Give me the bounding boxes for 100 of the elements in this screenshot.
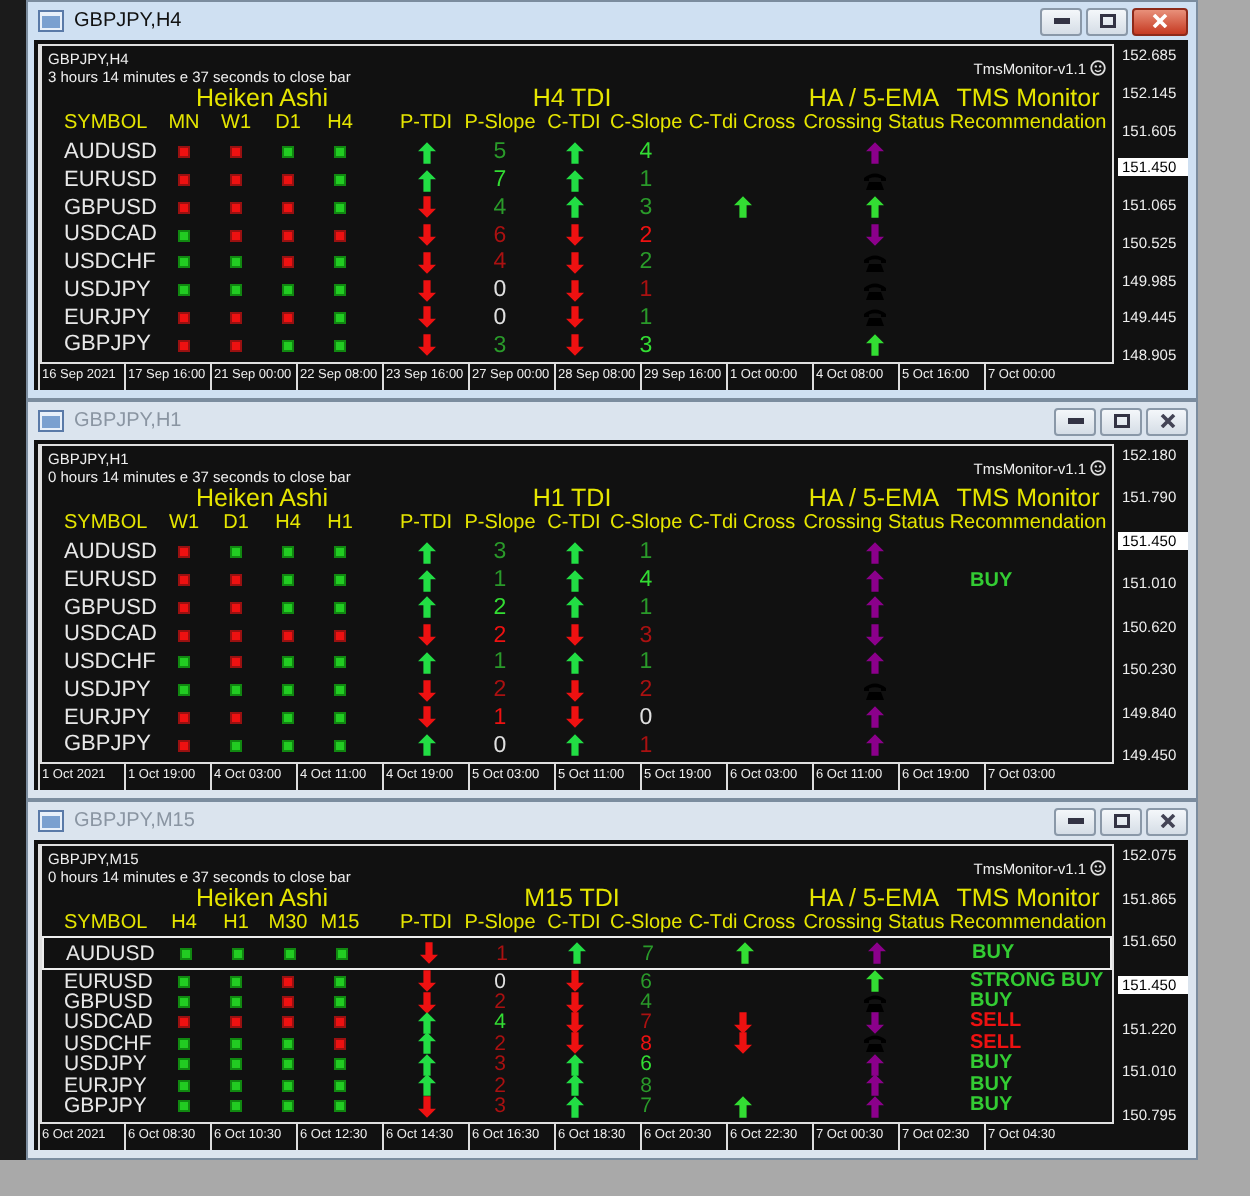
minimize-icon [1053,18,1069,24]
column-header: P-TDI [397,112,455,136]
slope-value: 2 [494,992,506,1013]
column-header: SYMBOL [64,912,150,936]
column-header: P-TDI [397,912,455,936]
symbol-label: USDJPY [64,1054,149,1075]
recommendation-label: BUY [968,567,1015,595]
symbol-label: EURUSD [64,971,155,992]
slope-value: 2 [494,1075,506,1096]
smiley-icon [1090,460,1106,476]
slope-value: 7 [640,1096,652,1117]
maximize-button[interactable] [1086,7,1128,35]
symbol-label: GBPUSD [64,193,158,223]
column-header: Recommendation [947,912,1109,936]
column-header: P-Slope [462,112,538,136]
symbol-label: GBPJPY [64,730,153,761]
minimize-button[interactable] [1054,807,1096,835]
symbol-label: EURUSD [64,565,158,596]
close-button[interactable] [1132,7,1188,35]
smiley-icon [1090,860,1106,876]
slope-value: 1 [639,595,653,620]
group-heading: H1 TDI [530,486,614,512]
recommendation-label: SELL [968,1012,1024,1033]
group-heading: TMS Monitor [954,486,1102,512]
column-header: Crossing Status [802,912,946,936]
group-heading: TMS Monitor [954,86,1102,112]
slope-value: 0 [493,733,507,757]
column-header: C-Slope [610,912,682,936]
slope-value: 2 [639,223,653,247]
minimize-button[interactable] [1040,7,1082,35]
window-icon [38,10,64,32]
slope-value: 6 [640,1054,652,1075]
maximize-button[interactable] [1100,807,1142,835]
smiley-icon [1090,60,1106,76]
group-heading: TMS Monitor [954,886,1102,912]
slope-value: 8 [640,1033,652,1054]
close-button[interactable] [1146,407,1188,435]
recommendation-label: BUY [968,1075,1015,1096]
symbol-label: AUDUSD [64,538,158,568]
slope-value: 3 [639,333,653,357]
slope-value: 0 [493,305,507,330]
slope-value: 1 [639,650,653,675]
column-header: C-TDI [545,112,603,136]
column-header: SYMBOL [64,112,150,136]
window-title: GBPJPY,M15 [74,808,195,836]
symbol-label: AUDUSD [66,943,157,964]
column-header: SYMBOL [64,512,150,536]
maximize-button[interactable] [1100,407,1142,435]
column-header: M30 [266,912,310,936]
group-heading: HA / 5-EMA [806,486,942,512]
slope-value: 2 [493,595,507,620]
close-button[interactable] [1146,807,1188,835]
column-header: H4 [273,512,303,536]
group-heading: M15 TDI [522,886,622,912]
column-header: D1 [273,112,303,136]
slope-value: 3 [639,195,653,220]
slope-value: 2 [494,1033,506,1054]
close-icon [1159,814,1175,828]
column-header: H4 [325,112,355,136]
symbol-label: GBPUSD [64,992,155,1013]
symbol-label: EURJPY [64,1075,149,1096]
group-heading: H4 TDI [530,86,614,112]
slope-value: 2 [493,678,507,702]
symbol-label: USDCAD [64,1012,155,1033]
window-icon [38,810,64,832]
recommendation-label: BUY [970,943,1017,964]
slope-value: 3 [494,1096,506,1117]
symbol-label: USDCAD [64,220,158,251]
row-highlight[interactable]: AUDUSD 1 7 BUY [42,936,1112,971]
slope-value: 0 [494,971,506,992]
window-title: GBPJPY,H4 [74,8,182,36]
slope-value: 1 [639,168,653,192]
slope-value: 7 [642,943,654,964]
slope-value: 4 [639,568,653,592]
symbol-label: GBPJPY [64,1096,149,1117]
window-title: GBPJPY,H1 [74,408,182,436]
slope-value: 1 [493,568,507,592]
slope-value: 4 [494,1012,506,1033]
phone-icon [863,993,885,1012]
slope-value: 4 [640,992,652,1013]
column-header: Crossing Status [802,112,946,136]
slope-value: 3 [493,540,507,565]
slope-value: 8 [640,1075,652,1096]
minimize-button[interactable] [1054,407,1096,435]
slope-value: 0 [493,278,507,302]
column-header: Crossing Status [802,512,946,536]
column-header: M15 [318,912,362,936]
column-header: MN [166,112,202,136]
slope-value: 1 [639,540,653,565]
slope-value: 1 [639,305,653,330]
restore-icon [1113,814,1129,828]
slope-value: 2 [639,678,653,702]
restore-icon [1113,414,1129,428]
symbol-label: AUDUSD [64,138,158,168]
symbol-label: GBPUSD [64,593,158,623]
close-icon [1159,414,1175,428]
column-header: C-Tdi Cross [686,112,798,136]
symbol-label: USDCAD [64,620,158,651]
slope-value: 3 [639,623,653,647]
slope-value: 4 [639,140,653,165]
